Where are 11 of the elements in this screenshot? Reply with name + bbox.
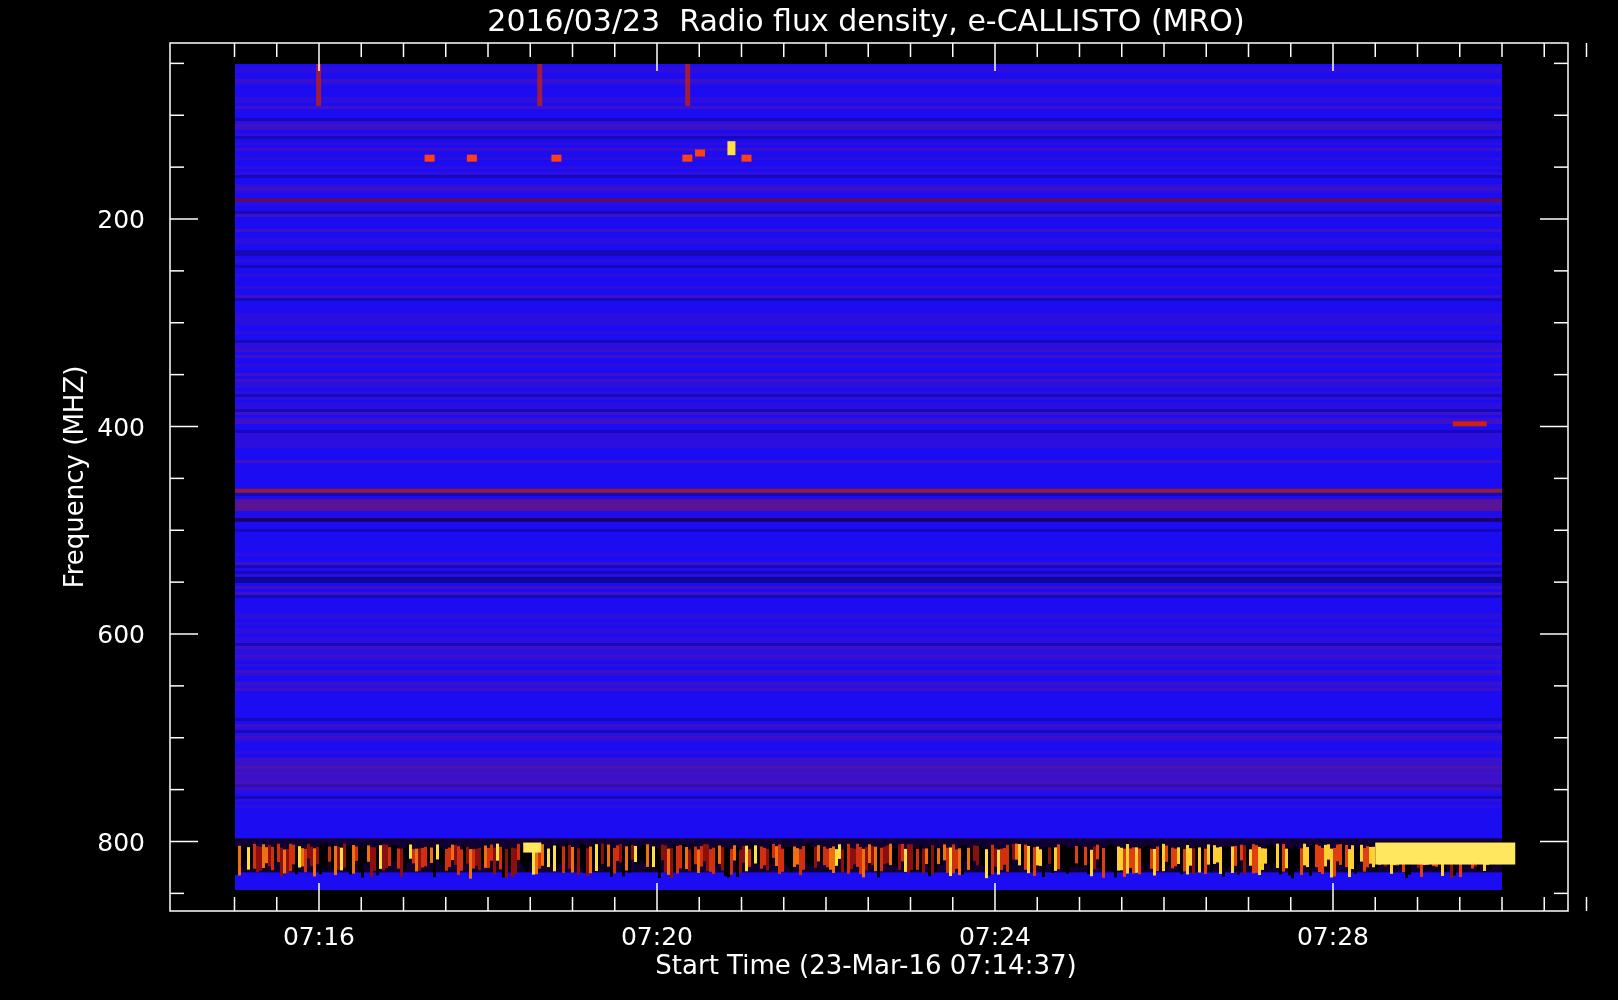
y-tick-label: 800 (97, 827, 145, 857)
x-tick-label: 07:16 (283, 922, 355, 951)
x-tick-label: 07:20 (621, 922, 693, 951)
x-axis-label: Start Time (23-Mar-16 07:14:37) (655, 950, 1077, 980)
y-tick-label: 400 (97, 412, 145, 442)
y-tick-label: 600 (97, 620, 145, 649)
x-tick-label: 07:24 (959, 922, 1031, 951)
chart-title: 2016/03/23 Radio flux density, e-CALLISTO (MRO) (487, 3, 1245, 38)
y-axis-label: Frequency (MHZ) (59, 365, 89, 589)
x-tick-label: 07:28 (1297, 922, 1369, 951)
y-tick-label: 200 (97, 205, 145, 234)
